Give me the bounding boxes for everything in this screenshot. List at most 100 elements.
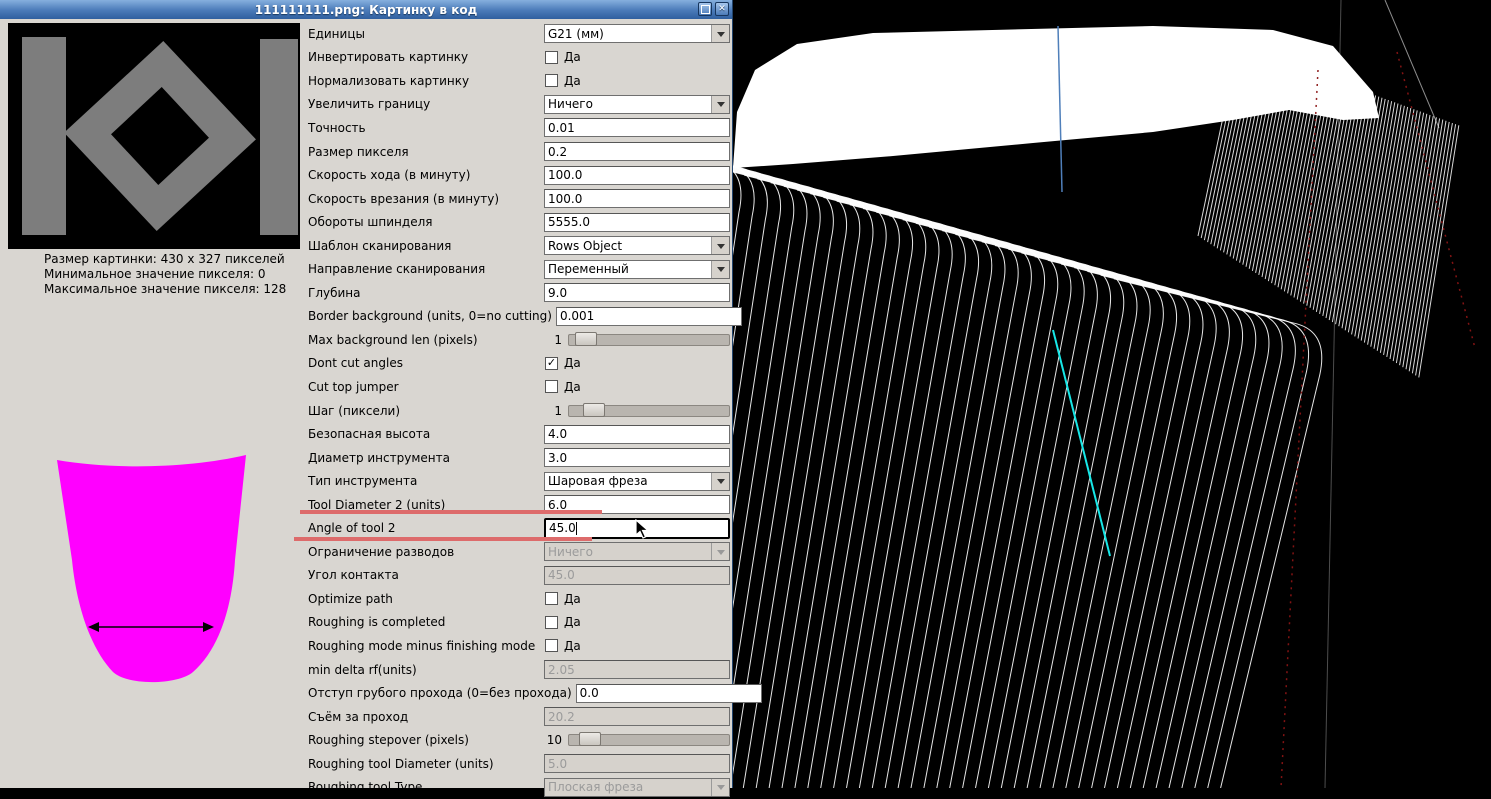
chevron-down-icon[interactable] <box>711 473 729 490</box>
expand-border-dropdown[interactable]: Ничего <box>544 95 730 114</box>
roughing-tool-diameter-input: 5.0 <box>544 754 730 773</box>
cut-top-jumper-checkbox[interactable] <box>545 380 558 393</box>
row-scan-direction: Направление сканированияПеременный <box>308 257 730 281</box>
close-icon: ✕ <box>718 4 726 14</box>
image-size-text: Размер картинки: 430 x 327 пикселей <box>44 252 286 267</box>
border-background-input[interactable]: 0.001 <box>556 307 742 326</box>
row-expand-border: Увеличить границуНичего <box>308 93 730 117</box>
scan-direction-dropdown[interactable]: Переменный <box>544 260 730 279</box>
step-pixels-slider[interactable] <box>568 405 730 417</box>
optimize-path-label: Optimize path <box>308 592 540 606</box>
roughing-is-completed-checkbox[interactable] <box>545 616 558 629</box>
safety-height-input[interactable]: 4.0 <box>544 425 730 444</box>
normalize-image-label: Нормализовать картинку <box>308 74 540 88</box>
border-background-value: 0.001 <box>560 309 594 323</box>
max-background-len-value: 1 <box>544 333 562 347</box>
row-invert-image: Инвертировать картинку Да <box>308 46 730 70</box>
tool-type-dropdown[interactable]: Шаровая фреза <box>544 472 730 491</box>
minimize-icon <box>701 5 710 14</box>
tool-diameter-input[interactable]: 3.0 <box>544 448 730 467</box>
image-info: Размер картинки: 430 x 327 пикселей Мини… <box>44 252 286 297</box>
tolerance-value: 0.01 <box>548 121 575 135</box>
minimize-button[interactable] <box>698 2 712 16</box>
step-pixels-value: 1 <box>544 404 562 418</box>
scan-direction-selected-value: Переменный <box>545 261 711 278</box>
invert-image-checkbox[interactable] <box>545 51 558 64</box>
max-background-len-control: 1 <box>544 333 730 347</box>
text-caret <box>576 522 577 535</box>
annotation-underline-2 <box>294 537 592 541</box>
contact-angle-input: 45.0 <box>544 566 730 585</box>
normalize-image-checkbox[interactable] <box>545 74 558 87</box>
row-pixel-size: Размер пикселя0.2 <box>308 140 730 164</box>
expand-border-selected-value: Ничего <box>545 96 711 113</box>
max-background-len-slider-handle[interactable] <box>575 332 597 346</box>
roughing-minus-finishing-control: Да <box>544 639 730 653</box>
pixel-size-input[interactable]: 0.2 <box>544 142 730 161</box>
row-step-pixels: Шаг (пиксели)1 <box>308 399 730 423</box>
depth-control: 9.0 <box>544 283 730 302</box>
dont-cut-angles-checkbox[interactable]: ✓ <box>545 357 558 370</box>
roughing-is-completed-control: Да <box>544 615 730 629</box>
spindle-speed-label: Обороты шпинделя <box>308 215 540 229</box>
max-background-len-slider[interactable] <box>568 334 730 346</box>
tool-type-selected-value: Шаровая фреза <box>545 473 711 490</box>
dont-cut-angles-checkbox-label: Да <box>564 356 581 370</box>
border-background-label: Border background (units, 0=no cutting) <box>308 309 552 323</box>
contact-angle-label: Угол контакта <box>308 568 540 582</box>
gcode-preview-3d[interactable] <box>733 0 1491 788</box>
roughing-stepover-slider[interactable] <box>568 734 730 746</box>
plunge-rate-label: Скорость врезания (в минуту) <box>308 192 540 206</box>
toolpath-plot <box>733 0 1491 788</box>
step-pixels-control: 1 <box>544 404 730 418</box>
tolerance-input[interactable]: 0.01 <box>544 118 730 137</box>
image-to-gcode-dialog: 111111111.png: Картинку в код ✕ Размер к… <box>0 0 733 788</box>
pixel-size-value: 0.2 <box>548 145 567 159</box>
roughing-tool-type-label: Roughing tool Type <box>308 780 540 794</box>
scan-pattern-label: Шаблон сканирования <box>308 239 540 253</box>
roughing-offset-input[interactable]: 0.0 <box>576 684 762 703</box>
roughing-stepover-slider-handle[interactable] <box>579 732 601 746</box>
min-delta-rf-label: min delta rf(units) <box>308 663 540 677</box>
chevron-down-icon[interactable] <box>711 261 729 278</box>
roughing-minus-finishing-checkbox[interactable] <box>545 639 558 652</box>
row-depth: Глубина9.0 <box>308 281 730 305</box>
row-min-delta-rf: min delta rf(units)2.05 <box>308 658 730 682</box>
invert-image-control: Да <box>544 50 730 64</box>
border-background-control: 0.001 <box>556 307 742 326</box>
row-tool-diameter: Диаметр инструмента 3.0 <box>308 446 730 470</box>
tool-type-control: Шаровая фреза <box>544 472 730 491</box>
invert-image-label: Инвертировать картинку <box>308 50 540 64</box>
optimize-path-checkbox[interactable] <box>545 592 558 605</box>
roughing-tool-diameter-value: 5.0 <box>548 757 567 771</box>
row-normalize-image: Нормализовать картинкуДа <box>308 69 730 93</box>
step-pixels-slider-handle[interactable] <box>583 403 605 417</box>
row-fillet-limit: Ограничение разводовНичего <box>308 540 730 564</box>
roughing-minus-finishing-label: Roughing mode minus finishing mode <box>308 639 540 653</box>
row-safety-height: Безопасная высота4.0 <box>308 422 730 446</box>
roughing-tool-diameter-label: Roughing tool Diameter (units) <box>308 757 540 771</box>
chevron-down-icon[interactable] <box>711 96 729 113</box>
close-button[interactable]: ✕ <box>715 2 729 16</box>
tool-diameter-label: Диаметр инструмента <box>308 451 540 465</box>
roughing-stepover-control: 10 <box>544 733 730 747</box>
scan-pattern-dropdown[interactable]: Rows Object <box>544 236 730 255</box>
plunge-rate-input[interactable]: 100.0 <box>544 189 730 208</box>
cut-top-jumper-control: Да <box>544 380 730 394</box>
units-dropdown[interactable]: G21 (мм) <box>544 24 730 43</box>
chevron-down-icon[interactable] <box>711 237 729 254</box>
preview-left-bar <box>22 37 66 235</box>
contact-angle-value: 45.0 <box>548 568 575 582</box>
depth-per-pass-value: 20.2 <box>548 710 575 724</box>
step-pixels-scale: 1 <box>544 404 730 418</box>
safety-height-control: 4.0 <box>544 425 730 444</box>
window-titlebar[interactable]: 111111111.png: Картинку в код ✕ <box>0 0 732 19</box>
chevron-down-icon[interactable] <box>711 25 729 42</box>
feed-rate-input[interactable]: 100.0 <box>544 166 730 185</box>
tool-diameter-control: 3.0 <box>544 448 730 467</box>
depth-input[interactable]: 9.0 <box>544 283 730 302</box>
roughing-offset-control: 0.0 <box>576 684 762 703</box>
depth-per-pass-label: Съём за проход <box>308 710 540 724</box>
tolerance-control: 0.01 <box>544 118 730 137</box>
spindle-speed-input[interactable]: 5555.0 <box>544 213 730 232</box>
